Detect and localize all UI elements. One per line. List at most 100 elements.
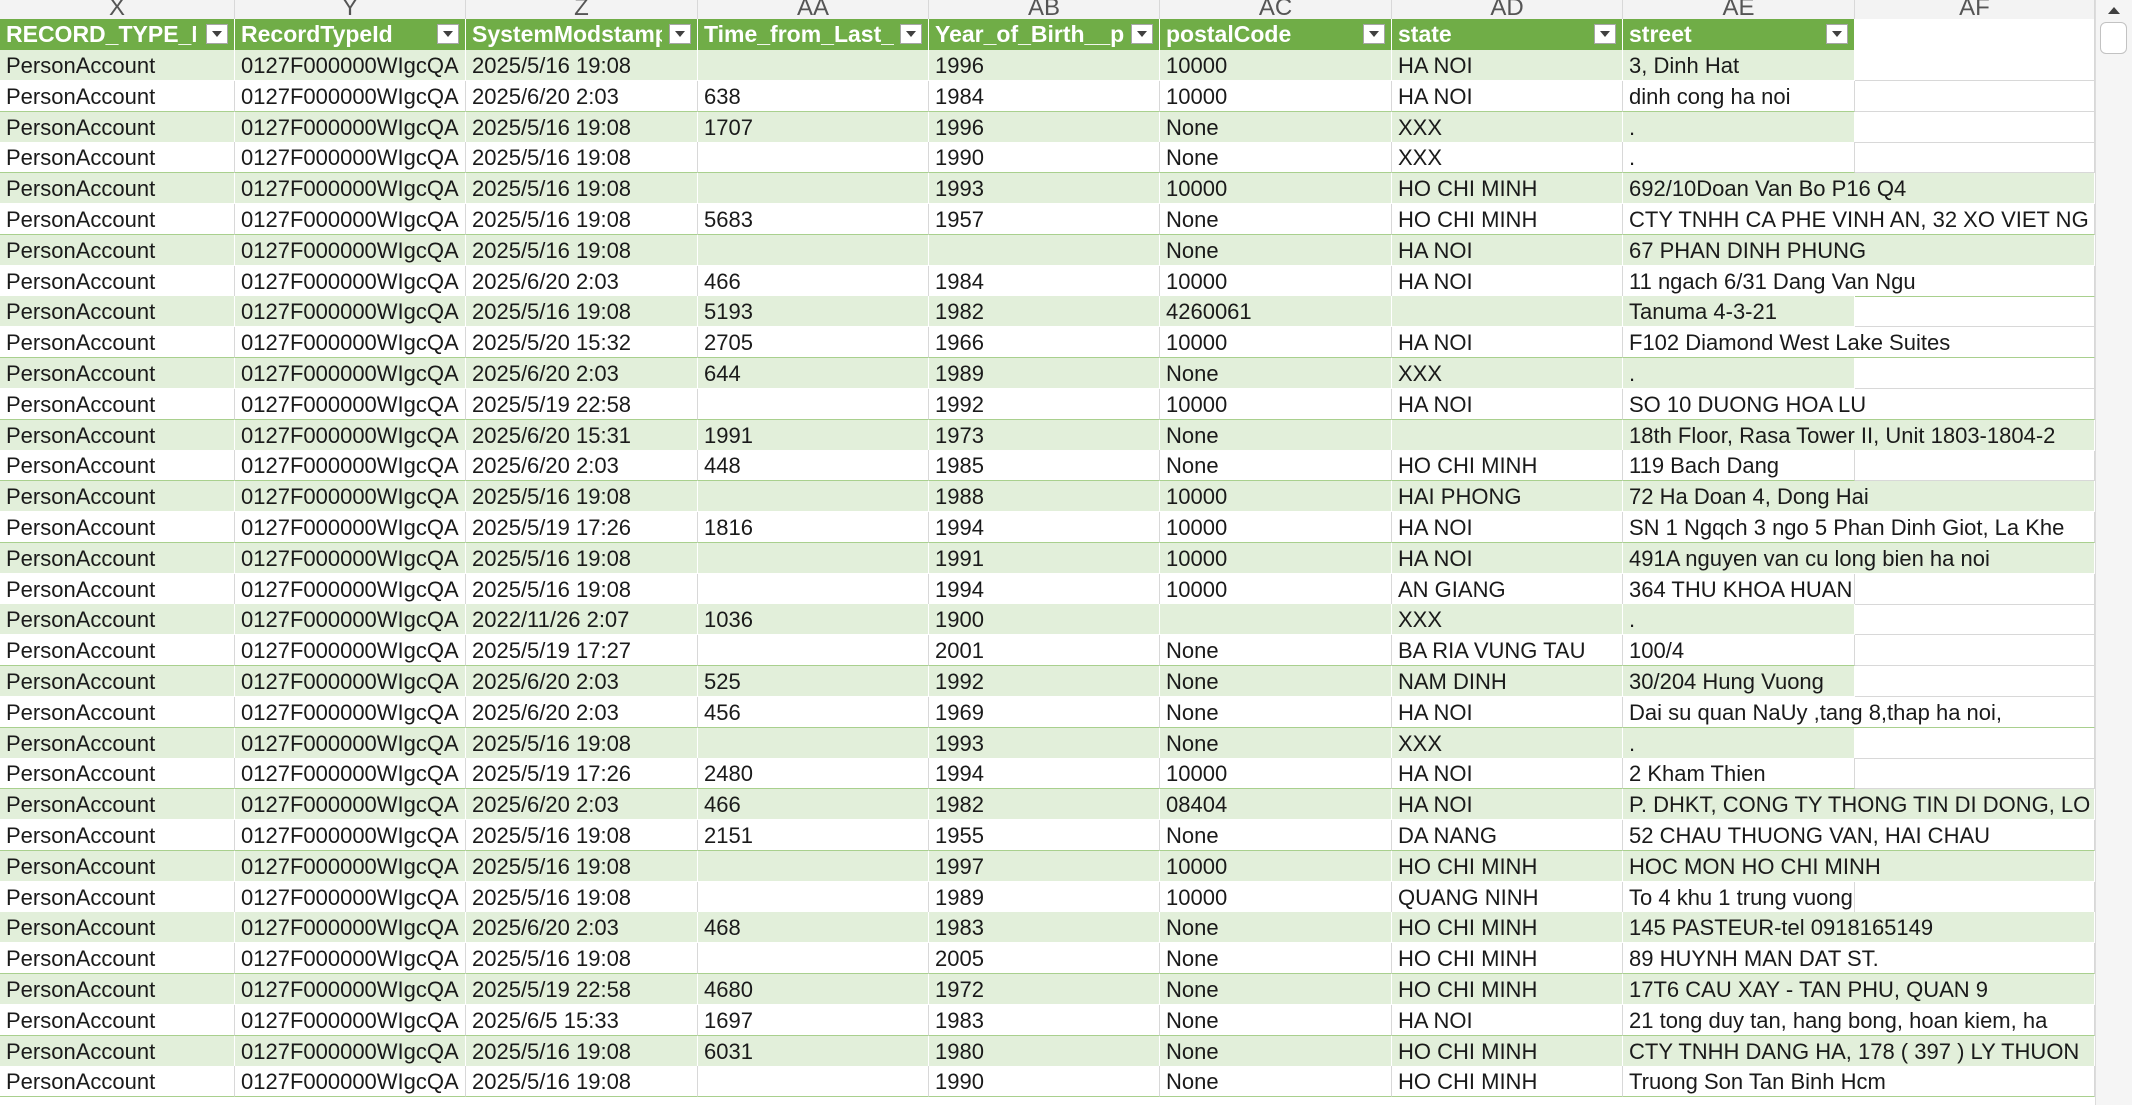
- table-cell[interactable]: BA RIA VUNG TAU: [1392, 635, 1623, 667]
- table-cell[interactable]: 4680: [698, 974, 929, 1005]
- table-cell[interactable]: 2025/5/16 19:08: [466, 881, 698, 913]
- table-cell[interactable]: 1955: [929, 820, 1160, 851]
- table-cell[interactable]: [698, 173, 929, 205]
- table-cell[interactable]: 1900: [929, 604, 1160, 636]
- table-cell[interactable]: 1966: [929, 327, 1160, 359]
- table-cell[interactable]: PersonAccount: [0, 604, 235, 636]
- table-cell[interactable]: DA NANG: [1392, 820, 1623, 851]
- table-cell[interactable]: HA NOI: [1392, 1004, 1623, 1036]
- table-cell[interactable]: PersonAccount: [0, 265, 235, 297]
- table-cell[interactable]: 1957: [929, 204, 1160, 235]
- table-cell[interactable]: 2025/5/16 19:08: [466, 573, 698, 605]
- table-cell[interactable]: [1392, 296, 1623, 328]
- empty-cell[interactable]: [1855, 296, 2095, 328]
- empty-cell[interactable]: [1855, 50, 2095, 81]
- table-cell[interactable]: 145 PASTEUR-tel 0918165149: [1623, 912, 2095, 944]
- table-cell[interactable]: 2025/5/16 19:08: [466, 542, 698, 574]
- table-cell[interactable]: 0127F000000WIgcQA: [235, 265, 466, 297]
- table-cell[interactable]: [698, 850, 929, 882]
- table-cell[interactable]: 466: [698, 789, 929, 821]
- table-cell[interactable]: 10000: [1160, 573, 1392, 605]
- table-cell[interactable]: PersonAccount: [0, 1035, 235, 1067]
- table-cell[interactable]: 1036: [698, 604, 929, 636]
- column-letter[interactable]: AA: [698, 0, 929, 19]
- table-cell[interactable]: PersonAccount: [0, 358, 235, 389]
- table-cell[interactable]: 100/4: [1623, 635, 1855, 667]
- table-cell[interactable]: 448: [698, 450, 929, 482]
- table-cell[interactable]: PersonAccount: [0, 974, 235, 1005]
- table-cell[interactable]: PersonAccount: [0, 696, 235, 728]
- table-cell[interactable]: 644: [698, 358, 929, 389]
- table-cell[interactable]: 2005: [929, 943, 1160, 975]
- table-cell[interactable]: 0127F000000WIgcQA: [235, 758, 466, 790]
- table-cell[interactable]: 10000: [1160, 327, 1392, 359]
- table-cell[interactable]: 0127F000000WIgcQA: [235, 943, 466, 975]
- table-cell[interactable]: [698, 635, 929, 667]
- table-cell[interactable]: 0127F000000WIgcQA: [235, 789, 466, 821]
- table-cell[interactable]: 89 HUYNH MAN DAT ST.: [1623, 943, 2095, 975]
- scrollbar-thumb[interactable]: [2100, 22, 2127, 54]
- table-cell[interactable]: None: [1160, 204, 1392, 235]
- table-cell[interactable]: HO CHI MINH: [1392, 912, 1623, 944]
- table-cell[interactable]: 2151: [698, 820, 929, 851]
- table-cell[interactable]: 1991: [698, 419, 929, 451]
- table-cell[interactable]: 2025/6/20 2:03: [466, 666, 698, 697]
- table-cell[interactable]: 10000: [1160, 758, 1392, 790]
- table-cell[interactable]: 2025/5/19 17:26: [466, 758, 698, 790]
- table-cell[interactable]: 1989: [929, 358, 1160, 389]
- table-cell[interactable]: 10000: [1160, 481, 1392, 513]
- table-cell[interactable]: PersonAccount: [0, 573, 235, 605]
- table-cell[interactable]: .: [1623, 111, 1855, 143]
- table-cell[interactable]: 5683: [698, 204, 929, 235]
- table-cell[interactable]: CTY TNHH CA PHE VINH AN, 32 XO VIET NG: [1623, 204, 2095, 235]
- table-cell[interactable]: XXX: [1392, 111, 1623, 143]
- table-cell[interactable]: 1984: [929, 265, 1160, 297]
- table-cell[interactable]: 10000: [1160, 173, 1392, 205]
- table-cell[interactable]: 08404: [1160, 789, 1392, 821]
- table-cell[interactable]: None: [1160, 727, 1392, 759]
- filter-dropdown-icon[interactable]: [900, 24, 922, 44]
- table-cell[interactable]: 364 THU KHOA HUAN: [1623, 573, 1855, 605]
- table-cell[interactable]: PersonAccount: [0, 142, 235, 174]
- table-cell[interactable]: 1973: [929, 419, 1160, 451]
- column-letter[interactable]: AF: [1855, 0, 2095, 19]
- table-cell[interactable]: PersonAccount: [0, 635, 235, 667]
- table-cell[interactable]: 2025/6/20 2:03: [466, 358, 698, 389]
- table-cell[interactable]: 17T6 CAU XAY - TAN PHU, QUAN 9: [1623, 974, 2095, 1005]
- table-cell[interactable]: 2025/5/16 19:08: [466, 204, 698, 235]
- table-cell[interactable]: 0127F000000WIgcQA: [235, 327, 466, 359]
- table-cell[interactable]: 0127F000000WIgcQA: [235, 204, 466, 235]
- table-cell[interactable]: F102 Diamond West Lake Suites: [1623, 327, 2095, 359]
- table-cell[interactable]: [698, 234, 929, 266]
- empty-cell[interactable]: [1855, 573, 2095, 605]
- table-cell[interactable]: 2025/5/16 19:08: [466, 727, 698, 759]
- filter-dropdown-icon[interactable]: [1363, 24, 1385, 44]
- table-cell[interactable]: 1991: [929, 542, 1160, 574]
- table-cell[interactable]: 21 tong duy tan, hang bong, hoan kiem, h…: [1623, 1004, 2095, 1036]
- table-cell[interactable]: 2025/5/19 17:26: [466, 512, 698, 543]
- table-cell[interactable]: 2025/5/16 19:08: [466, 481, 698, 513]
- table-cell[interactable]: 0127F000000WIgcQA: [235, 358, 466, 389]
- table-cell[interactable]: 2025/5/16 19:08: [466, 173, 698, 205]
- table-cell[interactable]: None: [1160, 943, 1392, 975]
- table-cell[interactable]: None: [1160, 142, 1392, 174]
- empty-cell[interactable]: [1855, 881, 2095, 913]
- table-cell[interactable]: PersonAccount: [0, 1066, 235, 1098]
- table-cell[interactable]: 2025/6/20 2:03: [466, 789, 698, 821]
- column-letter[interactable]: AC: [1160, 0, 1392, 19]
- table-cell[interactable]: 2022/11/26 2:07: [466, 604, 698, 636]
- table-cell[interactable]: 2480: [698, 758, 929, 790]
- table-cell[interactable]: AN GIANG: [1392, 573, 1623, 605]
- table-cell[interactable]: 0127F000000WIgcQA: [235, 635, 466, 667]
- filter-dropdown-icon[interactable]: [1131, 24, 1153, 44]
- table-cell[interactable]: 0127F000000WIgcQA: [235, 912, 466, 944]
- table-cell[interactable]: HA NOI: [1392, 388, 1623, 420]
- table-cell[interactable]: 1993: [929, 173, 1160, 205]
- table-cell[interactable]: None: [1160, 1035, 1392, 1067]
- empty-cell[interactable]: [1855, 111, 2095, 143]
- table-cell[interactable]: 0127F000000WIgcQA: [235, 419, 466, 451]
- table-cell[interactable]: PersonAccount: [0, 419, 235, 451]
- table-cell[interactable]: 0127F000000WIgcQA: [235, 481, 466, 513]
- table-cell[interactable]: 2025/6/20 15:31: [466, 419, 698, 451]
- table-cell[interactable]: 0127F000000WIgcQA: [235, 542, 466, 574]
